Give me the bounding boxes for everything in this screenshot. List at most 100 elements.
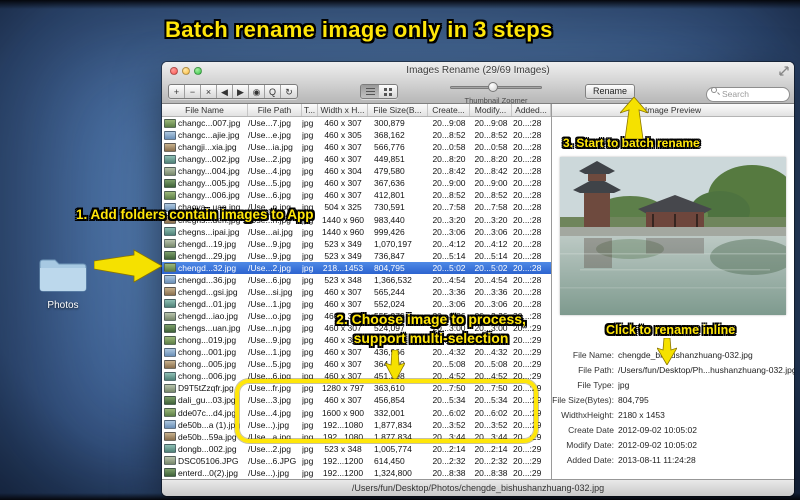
refresh-button[interactable]: ↻: [281, 85, 297, 98]
detail-value[interactable]: 804,795: [618, 395, 794, 405]
cell-added: 20...:28: [513, 298, 542, 309]
table-row[interactable]: chengd...36.jpg/Use...6.jpg jpg 523 x 348 1…: [162, 273, 551, 286]
cell-modify: 20...9:08: [474, 118, 508, 129]
fullscreen-icon[interactable]: [779, 66, 789, 76]
table-row[interactable]: enterd...0(2).jpg/Use...).jpg jpg 192...12…: [162, 466, 551, 479]
column-header-4[interactable]: File Size(B...: [368, 104, 428, 116]
table-row[interactable]: chegns...ipai.jpg/Use...ai.jpg jpg 1440 x …: [162, 225, 551, 238]
cell-dims: 460 x 307: [324, 154, 362, 165]
column-header-3[interactable]: Width x H...: [318, 104, 368, 116]
cell-type: jpg: [302, 335, 314, 346]
column-header-6[interactable]: Modify...: [470, 104, 512, 116]
table-row[interactable]: chengd...gsi.jpg/Use...si.jpg jpg 460 x 30…: [162, 285, 551, 298]
table-row[interactable]: changc...ajie.jpg/Use...e.jpg jpg 460 x 30…: [162, 129, 551, 142]
add-button[interactable]: +: [169, 85, 185, 98]
cell-thumb: [162, 251, 178, 261]
cell-dims: 192...1200: [322, 467, 364, 478]
detail-value[interactable]: /Users/fun/Desktop/Ph...hushanzhuang-032…: [618, 365, 794, 375]
cell-type: jpg: [302, 467, 314, 478]
thumbnail-icon: [164, 371, 176, 381]
cell-size: 804,795: [374, 262, 405, 273]
column-header-1[interactable]: File Path: [248, 104, 302, 116]
magnifier-button[interactable]: Q: [265, 85, 281, 98]
cell-thumb: [162, 371, 178, 381]
thumbnail-icon: [164, 239, 176, 249]
previous-button[interactable]: ◀: [217, 85, 233, 98]
cell-dims: 504 x 325: [324, 202, 362, 213]
table-row[interactable]: dongb...002.jpg/Use...2.jpg jpg 523 x 348 1…: [162, 442, 551, 455]
table-row[interactable]: changy...004.jpg/Use...4.jpg jpg 460 x 304…: [162, 165, 551, 178]
list-view-button[interactable]: [361, 85, 379, 98]
titlebar[interactable]: Images Rename (29/69 Images): [162, 62, 794, 79]
cell-dims: 460 x 307: [324, 142, 362, 153]
detail-value[interactable]: 2012-09-02 10:05:02: [618, 440, 794, 450]
cell-dims: 460 x 307: [324, 118, 362, 129]
thumbnail-icon: [164, 420, 176, 430]
cell-type: jpg: [302, 274, 314, 285]
delete-button[interactable]: ×: [201, 85, 217, 98]
cell-create: 20...2:14: [432, 443, 466, 454]
cell-create: 20...7:58: [432, 202, 466, 213]
cell-dims: 460 x 307: [324, 190, 362, 201]
detail-value[interactable]: 2013-08-11 11:24:28: [618, 455, 794, 465]
table-row[interactable]: chengd...19.jpg/Use...9.jpg jpg 523 x 349 1…: [162, 237, 551, 250]
table-row-selected[interactable]: chengd...32.jpg/Use...2.jpg jpg 218...1453…: [162, 261, 551, 274]
detail-value[interactable]: chengde_bishushanzhuang-032.jpg: [618, 350, 794, 360]
table-row[interactable]: chengd...29.jpg/Use...9.jpg jpg 523 x 349 7…: [162, 249, 551, 262]
cell-dims: 523 x 348: [324, 443, 362, 454]
view-mode-toggle: [360, 84, 398, 99]
cell-dims: 460 x 305: [324, 130, 362, 141]
table-row[interactable]: chong...005.jpg/Use...5.jpgjpg460 x 3073…: [162, 358, 551, 371]
table-row[interactable]: changy...005.jpg/Use...5.jpg jpg 460 x 307…: [162, 177, 551, 190]
cell-modify: 20...4:12: [474, 238, 508, 249]
cell-path: /Use...e.jpg: [248, 130, 291, 141]
cell-added: 20...:28: [513, 226, 542, 237]
grid-view-button[interactable]: [379, 85, 397, 98]
thumbnail-icon: [164, 287, 176, 297]
table-row[interactable]: changji...xia.jpg/Use...ia.jpg jpg 460 x 3…: [162, 141, 551, 154]
table-row[interactable]: DSC05106.JPG/Use...6.JPG jpg 192...1200 614…: [162, 454, 551, 467]
cell-create: 20...5:02: [432, 262, 466, 273]
cell-modify: 20...3:20: [474, 214, 508, 225]
column-header-5[interactable]: Create...: [428, 104, 470, 116]
cell-thumb: [162, 323, 178, 333]
thumbnail-icon: [164, 118, 176, 128]
column-header-7[interactable]: Added...: [512, 104, 551, 116]
thumbnail-icon: [164, 154, 176, 164]
detail-row: Modify Date: 2012-09-02 10:05:02: [552, 437, 794, 452]
cell-size: 565,244: [374, 286, 405, 297]
cell-name: changy...005.jpg: [178, 178, 240, 189]
thumbnail-icon: [164, 383, 176, 393]
next-button[interactable]: ▶: [233, 85, 249, 98]
remove-button[interactable]: −: [185, 85, 201, 98]
column-header-0[interactable]: File Name: [162, 104, 248, 116]
thumbnail-icon: [164, 142, 176, 152]
preview-eye-button[interactable]: ◉: [249, 85, 265, 98]
cell-modify: 20...5:08: [474, 359, 508, 370]
table-row[interactable]: changy...006.jpg/Use...6.jpg jpg 460 x 307…: [162, 189, 551, 202]
thumbnail-zoomer-slider[interactable]: [450, 82, 542, 92]
photos-folder[interactable]: Photos: [36, 255, 90, 311]
cell-added: 20...:29: [513, 455, 542, 466]
cell-path: /Use...n.jpg: [248, 323, 291, 334]
detail-value[interactable]: 2012-09-02 10:05:02: [618, 425, 794, 435]
cell-path: /Use...2.jpg: [248, 443, 291, 454]
table-row[interactable]: chengd...01.jpg/Use...1.jpg jpg 460 x 307 5…: [162, 297, 551, 310]
table-row[interactable]: changy...002.jpg/Use...2.jpg jpg 460 x 307…: [162, 153, 551, 166]
detail-row: Create Date 2012-09-02 10:05:02: [552, 422, 794, 437]
cell-name: changc...ajie.jpg: [178, 130, 240, 141]
cell-type: jpg: [302, 262, 314, 273]
column-header-2[interactable]: T...: [302, 104, 318, 116]
annotation-step1: 1. Add folders contain images to App: [76, 207, 314, 222]
cell-added: 20...:29: [513, 359, 542, 370]
detail-value[interactable]: jpg: [618, 380, 794, 390]
cell-type: jpg: [302, 359, 314, 370]
cell-type: jpg: [302, 286, 314, 297]
slider-thumb[interactable]: [488, 82, 498, 92]
table-row[interactable]: changc...007.jpg/Use...7.jpg jpg 460 x 307…: [162, 117, 551, 130]
detail-label: WidthxHeight:: [561, 409, 614, 420]
annotation-rename-inline: Click to rename inline: [606, 323, 736, 337]
detail-value[interactable]: 2180 x 1453: [618, 410, 794, 420]
cell-thumb: [162, 359, 178, 369]
cell-size: 368,162: [374, 130, 405, 141]
